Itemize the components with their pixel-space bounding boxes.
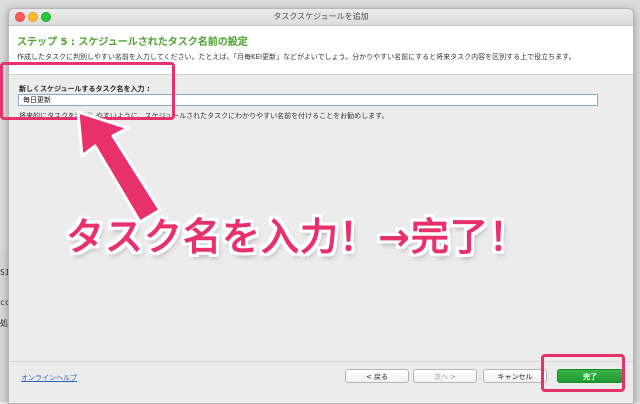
step-description: 作成したタスクに判別しやすい名前を入力してください。たとえば、「月毎KEI更新」… bbox=[17, 53, 576, 61]
input-highlight-box bbox=[0, 62, 175, 120]
annotation-caption: タスク名を入力！→完了！ bbox=[66, 215, 528, 259]
back-button[interactable]: < 戻る bbox=[345, 369, 409, 383]
window-title: タスクスケジュールを追加 bbox=[273, 12, 369, 21]
background-text-3: 処 bbox=[0, 319, 8, 328]
cancel-button[interactable]: キャンセル bbox=[483, 369, 547, 383]
footer-divider bbox=[9, 361, 633, 362]
online-help-link[interactable]: オンラインヘルプ bbox=[21, 373, 77, 383]
next-button[interactable]: 次へ > bbox=[413, 369, 477, 383]
finish-highlight-box bbox=[541, 354, 625, 392]
step-title: ステップ 5 : スケジュールされたタスク名前の設定 bbox=[17, 37, 248, 48]
window-titlebar: タスクスケジュールを追加 bbox=[9, 9, 633, 26]
